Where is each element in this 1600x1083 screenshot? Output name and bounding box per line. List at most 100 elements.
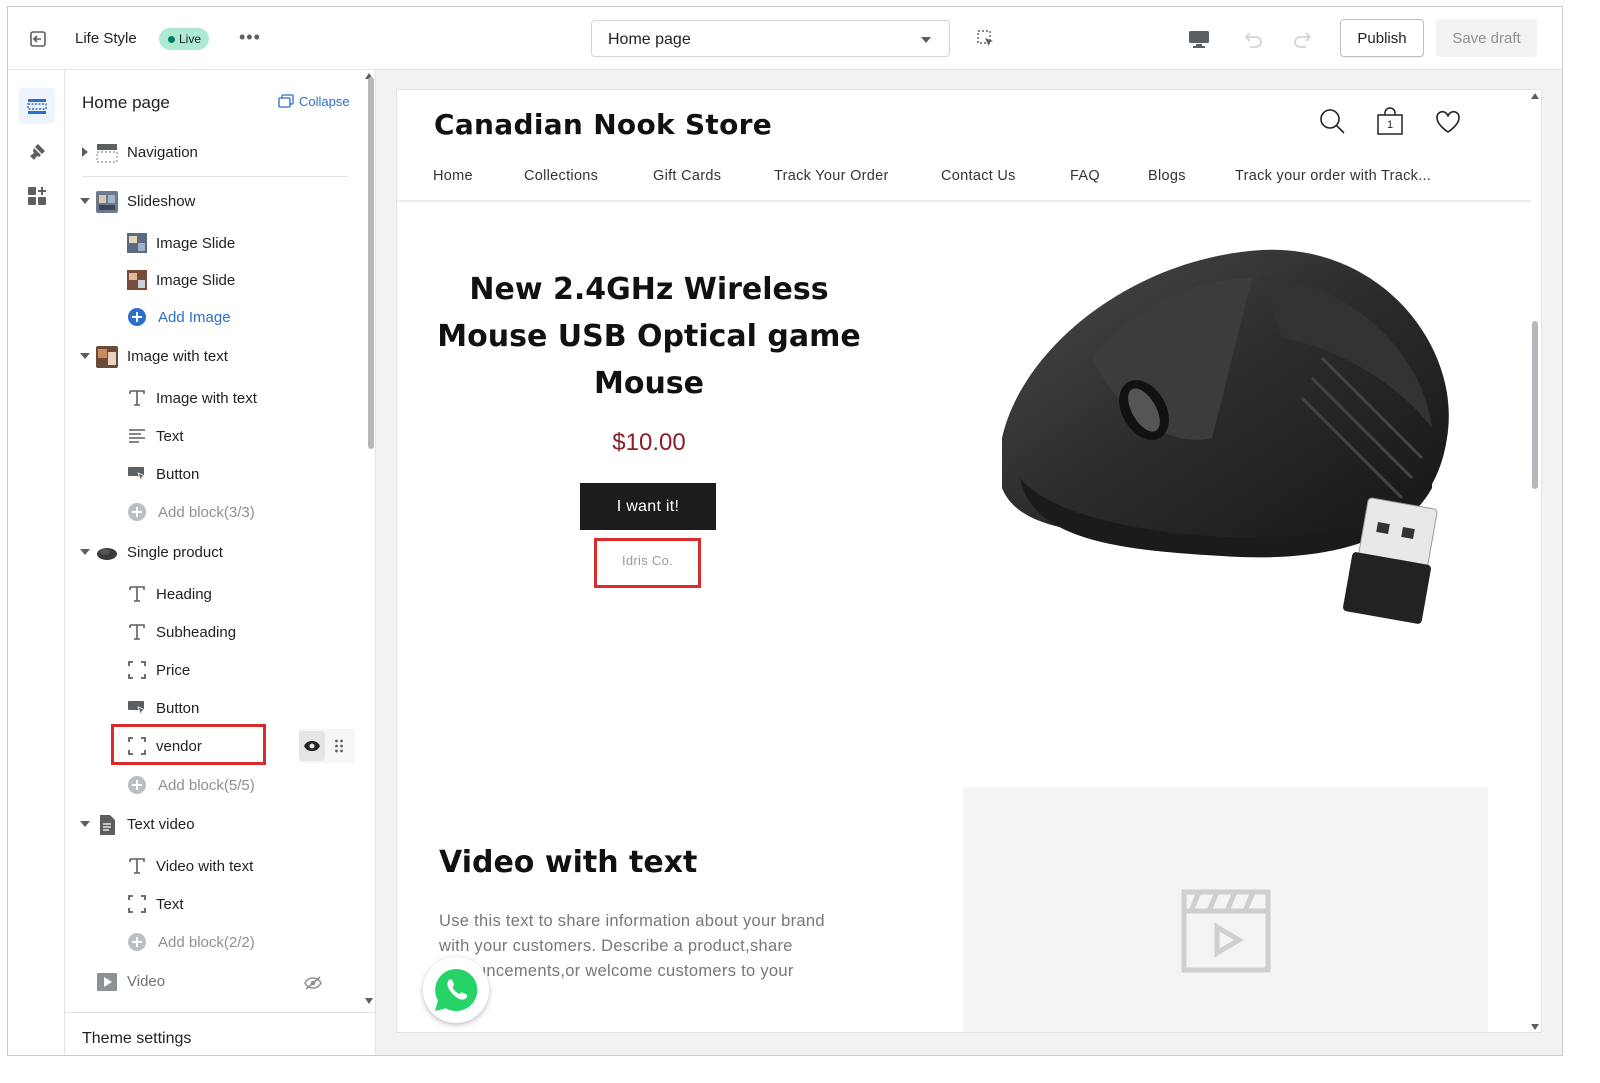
block-price[interactable]: Price <box>65 654 365 688</box>
vendor-highlight-box <box>111 724 266 765</box>
nav-link-contact[interactable]: Contact Us <box>941 168 1016 184</box>
nav-link-track-order[interactable]: Track Your Order <box>774 168 889 184</box>
section-navigation[interactable]: Navigation <box>65 137 365 171</box>
nav-link-faq[interactable]: FAQ <box>1070 168 1100 184</box>
add-block-button[interactable]: Add block(3/3) <box>65 496 365 530</box>
page-select[interactable]: Home page <box>591 20 950 57</box>
section-slideshow[interactable]: Slideshow <box>65 186 365 220</box>
video-placeholder[interactable] <box>963 787 1488 1032</box>
frame-corners-icon <box>128 895 146 913</box>
block-subheading[interactable]: Subheading <box>65 616 365 650</box>
sidebar-title: Home page <box>82 93 170 112</box>
save-draft-button[interactable]: Save draft <box>1436 19 1537 57</box>
add-image-button[interactable]: Add Image <box>65 301 365 335</box>
block-video-with-text[interactable]: Video with text <box>65 850 365 884</box>
block-label: Button <box>156 466 200 483</box>
add-block-label: Add block(3/3) <box>158 504 255 521</box>
plus-circle-icon <box>128 933 146 951</box>
block-text[interactable]: Text <box>65 888 365 922</box>
block-button[interactable]: Button <box>65 458 365 492</box>
section-text-video[interactable]: Text video <box>65 809 365 843</box>
scroll-down-arrow[interactable] <box>1531 1024 1539 1030</box>
block-label: Image Slide <box>156 272 236 289</box>
paintbrush-icon <box>30 144 45 160</box>
header-shadow <box>397 200 1531 204</box>
add-image-label: Add Image <box>158 309 231 326</box>
exit-icon[interactable] <box>28 29 48 49</box>
section-label: Text video <box>127 816 195 833</box>
apps-tab[interactable] <box>19 178 55 214</box>
block-label: Text <box>156 428 184 445</box>
theme-settings-tab[interactable] <box>19 134 55 170</box>
whatsapp-icon <box>435 968 478 1011</box>
search-icon[interactable] <box>1319 108 1345 134</box>
divider <box>82 176 348 177</box>
block-heading[interactable]: Heading <box>65 578 365 612</box>
block-image-with-text[interactable]: Image with text <box>65 382 365 416</box>
add-block-label: Add block(2/2) <box>158 934 255 951</box>
section-label: Navigation <box>127 144 198 161</box>
chevron-down-icon[interactable] <box>80 198 90 204</box>
hidden-eye-icon[interactable] <box>304 976 322 990</box>
inspector-icon[interactable] <box>976 29 996 49</box>
section-single-product[interactable]: Single product <box>65 537 365 571</box>
play-icon <box>97 973 117 991</box>
apps-icon <box>28 187 46 205</box>
document-icon <box>100 815 115 835</box>
preview-scrollbar[interactable] <box>1532 321 1538 489</box>
buy-button[interactable]: I want it! <box>580 483 716 530</box>
section-label: Video <box>127 973 166 990</box>
block-button[interactable]: Button <box>65 692 365 726</box>
button-icon <box>128 701 147 717</box>
sections-tab[interactable] <box>19 88 55 124</box>
product-price: $10.00 <box>612 429 686 456</box>
section-label: Slideshow <box>127 193 196 210</box>
redo-icon[interactable] <box>1293 28 1315 50</box>
nav-link-blogs[interactable]: Blogs <box>1148 168 1186 184</box>
nav-link-collections[interactable]: Collections <box>524 168 598 184</box>
chevron-down-icon[interactable] <box>80 353 90 359</box>
add-block-button[interactable]: Add block(2/2) <box>65 926 365 960</box>
block-text[interactable]: Text <box>65 420 365 454</box>
store-name: Life Style <box>75 30 137 47</box>
header-section-icon <box>96 144 118 163</box>
section-label: Single product <box>127 544 223 561</box>
sidebar-scrollbar[interactable] <box>368 77 374 449</box>
chevron-down-icon[interactable] <box>80 549 90 555</box>
theme-settings-link[interactable]: Theme settings <box>65 1012 376 1055</box>
text-type-icon <box>129 586 145 602</box>
block-image-slide[interactable]: Image Slide <box>65 227 365 261</box>
add-block-button[interactable]: Add block(5/5) <box>65 769 365 803</box>
frame-corners-icon <box>128 661 146 679</box>
text-type-icon <box>129 390 145 406</box>
chevron-down-icon[interactable] <box>80 821 90 827</box>
collapse-icon <box>278 94 294 108</box>
chevron-right-icon[interactable] <box>82 147 88 157</box>
block-label: Image with text <box>156 390 257 407</box>
plus-circle-icon <box>128 308 146 326</box>
undo-icon[interactable] <box>1241 28 1263 50</box>
block-label: Video with text <box>156 858 254 875</box>
store-preview: Canadian Nook Store 1 Home Collections G… <box>397 90 1541 1032</box>
image-with-text-thumbnail-icon <box>96 346 118 368</box>
section-image-with-text[interactable]: Image with text <box>65 341 365 375</box>
theme-settings-label: Theme settings <box>82 1030 192 1047</box>
heart-icon[interactable] <box>1435 110 1461 134</box>
scroll-up-arrow[interactable] <box>1531 93 1539 99</box>
store-logo-text[interactable]: Canadian Nook Store <box>434 108 772 141</box>
cart-icon[interactable]: 1 <box>1377 107 1403 135</box>
nav-link-track-with[interactable]: Track your order with Track... <box>1235 168 1431 184</box>
more-actions-button[interactable]: ••• <box>239 27 261 48</box>
block-image-slide[interactable]: Image Slide <box>65 264 365 298</box>
block-label: Text <box>156 896 184 913</box>
nav-link-home[interactable]: Home <box>433 168 473 184</box>
whatsapp-chat-button[interactable] <box>423 957 489 1023</box>
scroll-down-arrow[interactable] <box>365 998 373 1004</box>
nav-link-gift-cards[interactable]: Gift Cards <box>653 168 721 184</box>
sections-sidebar: Home page Collapse Navigation Slideshow … <box>65 70 376 1055</box>
publish-button[interactable]: Publish <box>1340 19 1424 57</box>
text-type-icon <box>129 858 145 874</box>
desktop-icon[interactable] <box>1188 29 1210 49</box>
section-video[interactable]: Video <box>65 966 365 1000</box>
product-image[interactable] <box>962 238 1462 638</box>
